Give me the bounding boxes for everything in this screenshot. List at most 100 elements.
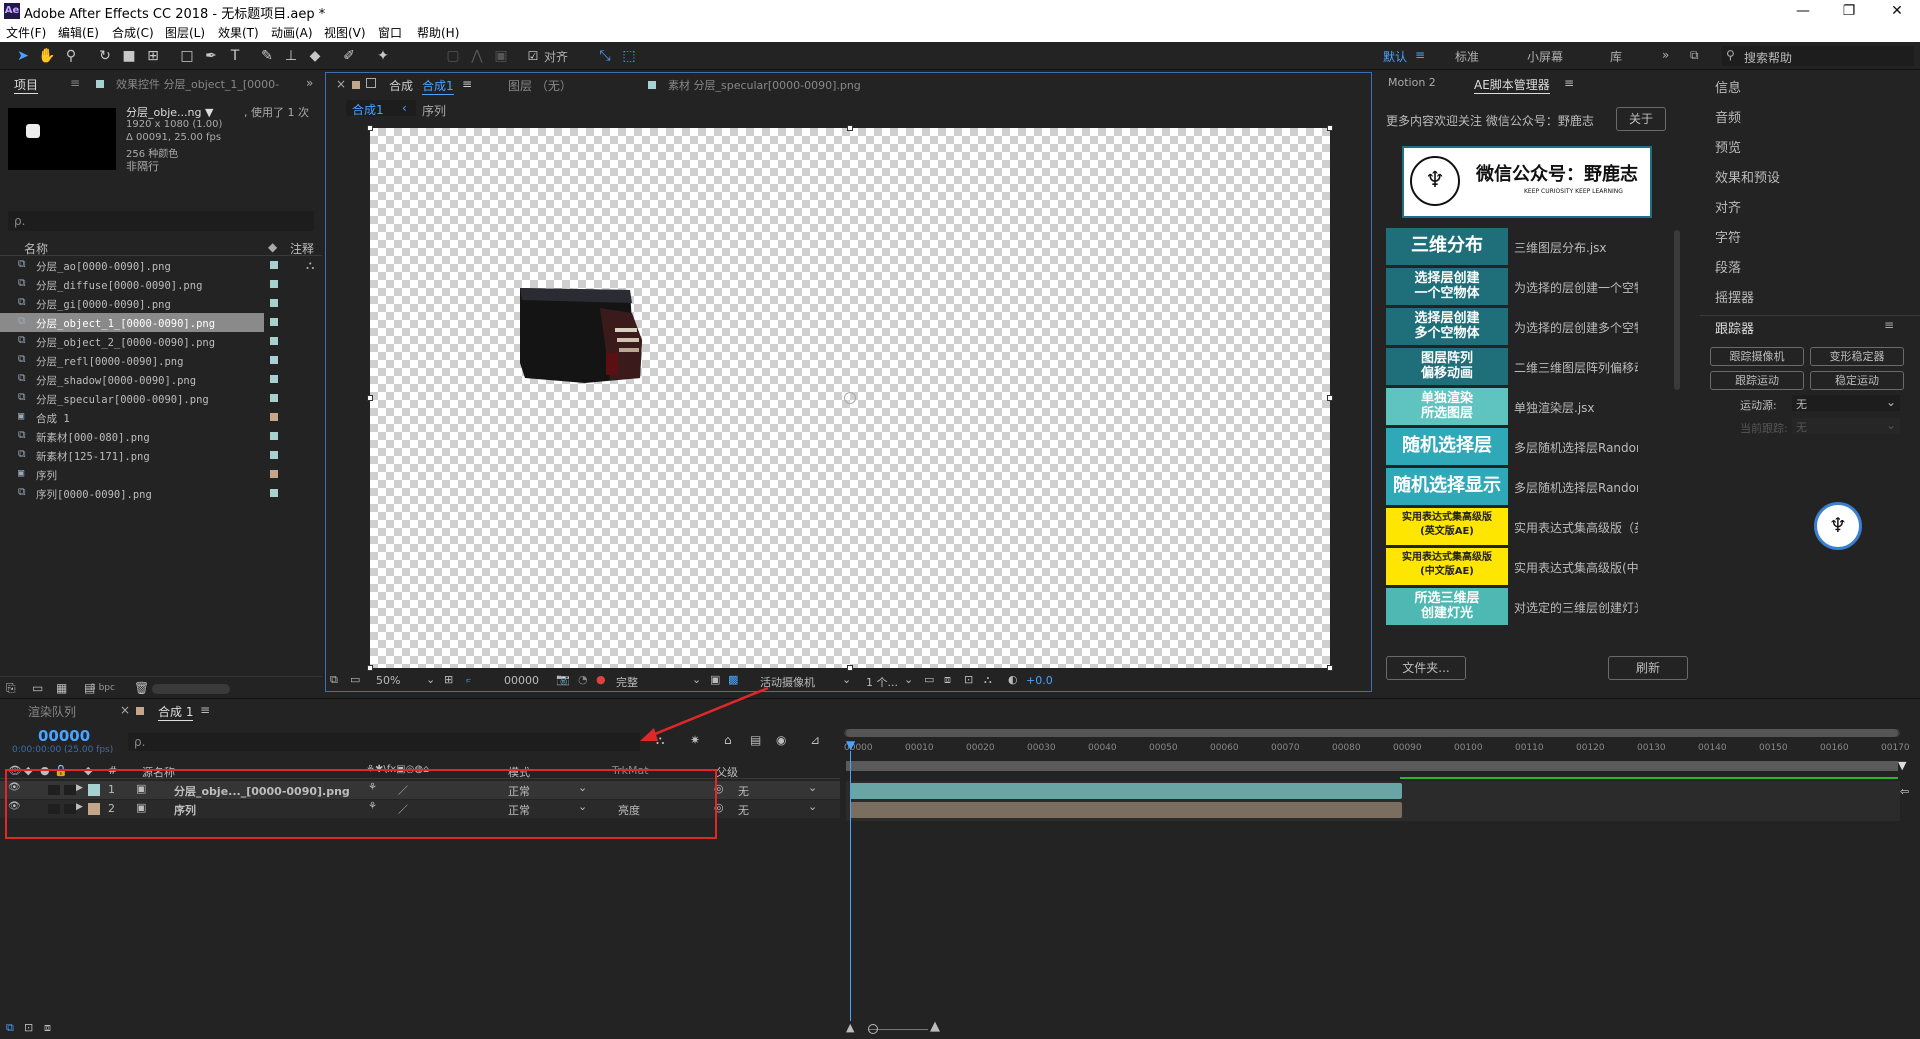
selection-tool-icon[interactable]: ➤ bbox=[14, 47, 32, 65]
tab-layer[interactable]: 图层 （无） bbox=[508, 77, 572, 94]
project-item[interactable]: ⧉ 分层_specular[0000-0090].png bbox=[0, 389, 264, 408]
track-camera-button[interactable]: 跟踪摄像机 bbox=[1710, 347, 1804, 366]
delete-icon[interactable]: 🗑 bbox=[134, 681, 149, 695]
label-swatch[interactable] bbox=[270, 470, 278, 478]
graph-editor-icon[interactable]: ⊿ bbox=[810, 733, 820, 747]
motion-source-dropdown[interactable]: 无 ⌄ bbox=[1792, 395, 1900, 411]
script-list-scrollbar[interactable] bbox=[1674, 230, 1680, 390]
label-swatch[interactable] bbox=[270, 337, 278, 345]
menu-edit[interactable]: 编辑(E) bbox=[58, 24, 99, 41]
reset-exposure-icon[interactable]: ◐ bbox=[1008, 673, 1018, 686]
timeline-timecode[interactable]: 00000 bbox=[38, 727, 90, 745]
panel-item[interactable]: 摇摆器 bbox=[1715, 287, 1754, 306]
project-item[interactable]: ⧉ 分层_shadow[0000-0090].png bbox=[0, 370, 264, 389]
project-item[interactable]: ⧉ 分层_ao[0000-0090].png bbox=[0, 256, 264, 275]
new-folder-icon[interactable]: ▭ bbox=[32, 681, 43, 695]
lock-icon[interactable] bbox=[366, 78, 376, 88]
fit-icon[interactable]: ⊞ bbox=[444, 673, 453, 686]
selected-item-name[interactable]: 分层_obje...ng ▼ bbox=[126, 104, 213, 120]
col-name[interactable]: 名称 bbox=[24, 240, 48, 257]
shy-layers-icon[interactable]: ⌂ bbox=[724, 733, 732, 747]
exposure-value[interactable]: +0.0 bbox=[1026, 674, 1053, 687]
maximize-icon[interactable]: ❐ bbox=[1826, 0, 1872, 22]
menu-help[interactable]: 帮助(H) bbox=[417, 24, 459, 41]
frame-blending-icon[interactable]: ▤ bbox=[750, 733, 761, 747]
script-button[interactable]: 图层阵列 偏移动画 bbox=[1386, 348, 1508, 385]
close-comp-tab-icon[interactable]: × bbox=[120, 703, 130, 717]
script-button[interactable]: 选择层创建 一个空物体 bbox=[1386, 268, 1508, 305]
project-item[interactable]: ▣ 合成 1 bbox=[0, 408, 264, 427]
breadcrumb-comp[interactable]: 合成1 ‹ bbox=[346, 100, 416, 117]
stabilize-motion-button[interactable]: 稳定运动 bbox=[1810, 371, 1904, 390]
tracker-menu-icon[interactable]: ≡ bbox=[1884, 318, 1894, 332]
tab-motion2[interactable]: Motion 2 bbox=[1388, 76, 1436, 89]
wechat-banner[interactable]: ♆ 微信公众号：野鹿志 KEEP CURIOSITY KEEP LEARNING bbox=[1402, 146, 1652, 218]
safe-margins-icon[interactable]: ⟔ bbox=[466, 673, 471, 687]
camera-tool-icon[interactable]: ■ bbox=[120, 47, 138, 65]
script-panel-menu-icon[interactable]: ≡ bbox=[1564, 76, 1574, 90]
type-tool-icon[interactable]: T bbox=[226, 47, 244, 65]
align-checkbox[interactable]: ☑ bbox=[524, 47, 542, 65]
panel-item[interactable]: 音频 bbox=[1715, 107, 1741, 126]
axis-view-icon[interactable]: ▣ bbox=[492, 47, 510, 65]
col-note[interactable]: 注释 bbox=[290, 240, 314, 257]
label-swatch[interactable] bbox=[270, 413, 278, 421]
clone-stamp-tool-icon[interactable]: ⊥ bbox=[282, 47, 300, 65]
zoom-dropdown[interactable]: 50% bbox=[376, 674, 400, 687]
channel-icon[interactable]: ● bbox=[596, 673, 606, 686]
sync-settings-icon[interactable]: ⧉ bbox=[1690, 48, 1699, 63]
zoom-out-icon[interactable]: ▲ bbox=[846, 1021, 854, 1034]
workspace-default[interactable]: 默认 bbox=[1383, 48, 1407, 65]
viewer-menu-icon[interactable]: ≡ bbox=[462, 77, 472, 91]
project-item[interactable]: ▣ 序列 bbox=[0, 465, 264, 484]
thumbnail-zoom-slider[interactable] bbox=[152, 684, 230, 694]
menu-animation[interactable]: 动画(A) bbox=[271, 24, 313, 41]
toggle-modes-icon[interactable]: ⊡ bbox=[24, 1021, 33, 1034]
menu-effect[interactable]: 效果(T) bbox=[218, 24, 259, 41]
timeline-zoom-handle[interactable] bbox=[868, 1024, 878, 1034]
interpret-footage-icon[interactable]: ⎘ bbox=[6, 681, 16, 696]
region-of-interest-icon[interactable]: ▣ bbox=[710, 673, 720, 686]
camera-chevron-icon[interactable]: ⌄ bbox=[842, 673, 851, 686]
script-button[interactable]: 随机选择显示 bbox=[1386, 468, 1508, 505]
tab-render-queue[interactable]: 渲染队列 bbox=[28, 703, 76, 720]
composition-canvas[interactable] bbox=[367, 125, 1333, 671]
bit-depth[interactable]: 8 bpc bbox=[90, 683, 115, 693]
puppet-pin-tool-icon[interactable]: ✦ bbox=[374, 47, 392, 65]
time-ruler[interactable]: 00000 00010 00020 00030 00040 00050 00060 00070… bbox=[844, 739, 1910, 759]
work-area-end-icon[interactable]: ▼ bbox=[1898, 759, 1906, 772]
handle-tr[interactable] bbox=[1327, 125, 1333, 131]
views-dropdown[interactable]: 1 个... bbox=[866, 674, 898, 690]
label-tag-icon[interactable]: ◆ bbox=[268, 240, 277, 254]
script-button[interactable]: 选择层创建 多个空物体 bbox=[1386, 308, 1508, 345]
tab-composition-prefix[interactable]: 合成 bbox=[389, 77, 413, 94]
zoom-tool-icon[interactable]: ⚲ bbox=[62, 47, 80, 65]
help-search-box[interactable]: ⚲ 搜索帮助 bbox=[1722, 46, 1914, 66]
floating-deer-logo-icon[interactable]: ♆ bbox=[1814, 502, 1862, 550]
show-snapshot-icon[interactable]: ◔ bbox=[578, 673, 588, 686]
menu-window[interactable]: 窗口 bbox=[378, 24, 402, 41]
script-button[interactable]: 随机选择层 bbox=[1386, 428, 1508, 465]
close-icon[interactable]: ✕ bbox=[1874, 0, 1920, 22]
project-item[interactable]: ⧉ 分层_object_2_[0000-0090].png bbox=[0, 332, 264, 351]
menu-composition[interactable]: 合成(C) bbox=[112, 24, 154, 41]
handle-tc[interactable] bbox=[847, 125, 853, 131]
tab-effects-controls[interactable]: 效果控件 分层_object_1_[0000- bbox=[116, 76, 279, 92]
toggle-in-out-icon[interactable]: ⧈ bbox=[44, 1021, 51, 1035]
fast-previews-icon[interactable]: ⧈ bbox=[944, 673, 951, 687]
workspace-standard[interactable]: 标准 bbox=[1455, 48, 1479, 65]
workspace-library[interactable]: 库 bbox=[1610, 48, 1622, 65]
script-button[interactable]: 实用表达式集高级版 (英文版AE) bbox=[1386, 508, 1508, 545]
tab-script-manager[interactable]: AE脚本管理器 bbox=[1474, 76, 1550, 94]
script-button[interactable]: 单独渲染 所选图层 bbox=[1386, 388, 1508, 425]
draft-3d-icon[interactable]: ✷ bbox=[690, 733, 700, 747]
label-swatch[interactable] bbox=[270, 394, 278, 402]
tab-project[interactable]: 项目 bbox=[14, 76, 39, 94]
time-navigator[interactable] bbox=[844, 729, 1900, 737]
panel-item[interactable]: 对齐 bbox=[1715, 197, 1741, 216]
tab-footage[interactable]: 素材 分层_specular[0000-0090].png bbox=[668, 77, 861, 93]
folder-button[interactable]: 文件夹... bbox=[1386, 656, 1466, 680]
brush-tool-icon[interactable]: ✎ bbox=[258, 47, 276, 65]
new-composition-icon[interactable]: ▦ bbox=[56, 681, 67, 695]
anchor-point-icon[interactable] bbox=[844, 392, 856, 404]
